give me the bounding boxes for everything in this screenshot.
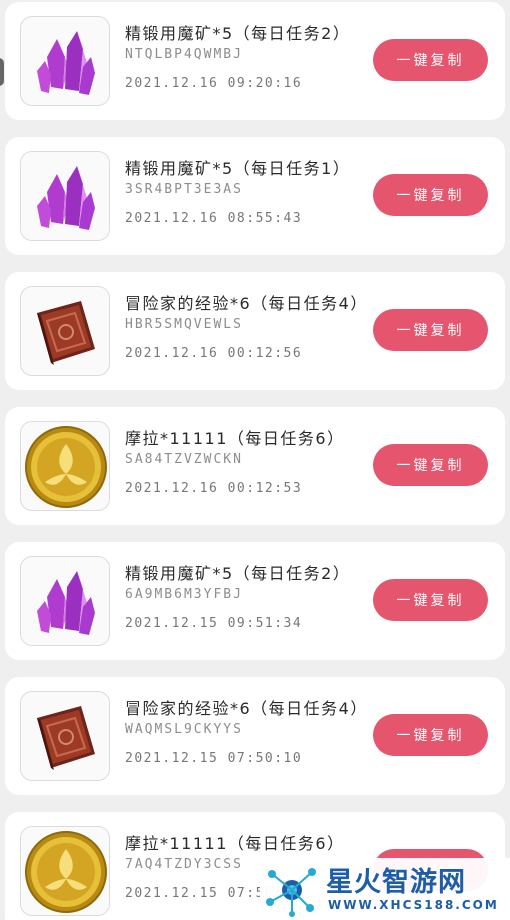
purple-crystal-icon — [37, 31, 95, 95]
item-thumbnail — [20, 691, 110, 781]
gift-code-card: 冒险家的经验*6（每日任务4） WAQMSL9CKYYS 2021.12.15 … — [5, 677, 505, 795]
item-thumbnail — [20, 826, 110, 916]
watermark-name: 星火智游网 — [326, 867, 466, 898]
copy-button[interactable]: 一键复制 — [373, 714, 488, 756]
item-title: 摩拉*11111（每日任务6） — [125, 429, 345, 448]
gift-code-card: 摩拉*11111（每日任务6） SA84TZVZWCKN 2021.12.16 … — [5, 407, 505, 525]
copy-button[interactable]: 一键复制 — [373, 309, 488, 351]
item-title: 冒险家的经验*6（每日任务4） — [125, 699, 368, 718]
gift-code-card: 精锻用魔矿*5（每日任务2） NTQLBP4QWMBJ 2021.12.16 0… — [5, 2, 505, 120]
watermark-url: WWW.XHCS188.COM — [328, 898, 499, 912]
purple-crystal-icon — [37, 571, 95, 635]
gift-code: 3SR4BPT3E3AS — [125, 182, 243, 197]
purple-crystal-icon — [37, 166, 95, 230]
side-handle[interactable] — [0, 58, 4, 86]
adventure-book-icon — [37, 301, 95, 365]
site-watermark: 星火智游网 WWW.XHCS188.COM — [260, 858, 510, 920]
copy-button[interactable]: 一键复制 — [373, 444, 488, 486]
adventure-book-icon — [37, 706, 95, 770]
timestamp: 2021.12.16 08:55:43 — [125, 211, 303, 226]
network-logo-icon — [266, 868, 316, 917]
item-thumbnail — [20, 286, 110, 376]
item-title: 精锻用魔矿*5（每日任务2） — [125, 24, 351, 43]
copy-button[interactable]: 一键复制 — [373, 174, 488, 216]
gift-code-card: 精锻用魔矿*5（每日任务2） 6A9MB6M3YFBJ 2021.12.15 0… — [5, 542, 505, 660]
item-title: 冒险家的经验*6（每日任务4） — [125, 294, 368, 313]
gift-code-card: 冒险家的经验*6（每日任务4） HBR5SMQVEWLS 2021.12.16 … — [5, 272, 505, 390]
timestamp: 2021.12.16 00:12:53 — [125, 481, 303, 496]
mora-coin-icon — [25, 831, 107, 913]
gift-code: NTQLBP4QWMBJ — [125, 47, 243, 62]
gift-code: HBR5SMQVEWLS — [125, 317, 243, 332]
item-thumbnail — [20, 421, 110, 511]
gift-code: 7AQ4TZDY3CSS — [125, 857, 243, 872]
copy-button[interactable]: 一键复制 — [373, 39, 488, 81]
item-thumbnail — [20, 16, 110, 106]
timestamp: 2021.12.16 09:20:16 — [125, 76, 303, 91]
timestamp: 2021.12.16 00:12:56 — [125, 346, 303, 361]
item-thumbnail — [20, 151, 110, 241]
gift-code: 6A9MB6M3YFBJ — [125, 587, 243, 602]
mora-coin-icon — [25, 426, 107, 508]
copy-button[interactable]: 一键复制 — [373, 579, 488, 621]
gift-code: SA84TZVZWCKN — [125, 452, 243, 467]
item-title: 摩拉*11111（每日任务6） — [125, 834, 345, 853]
item-title: 精锻用魔矿*5（每日任务2） — [125, 564, 351, 583]
item-title: 精锻用魔矿*5（每日任务1） — [125, 159, 351, 178]
timestamp: 2021.12.15 09:51:34 — [125, 616, 303, 631]
timestamp: 2021.12.15 07:50:10 — [125, 751, 303, 766]
item-thumbnail — [20, 556, 110, 646]
gift-code-card: 精锻用魔矿*5（每日任务1） 3SR4BPT3E3AS 2021.12.16 0… — [5, 137, 505, 255]
gift-code: WAQMSL9CKYYS — [125, 722, 243, 737]
